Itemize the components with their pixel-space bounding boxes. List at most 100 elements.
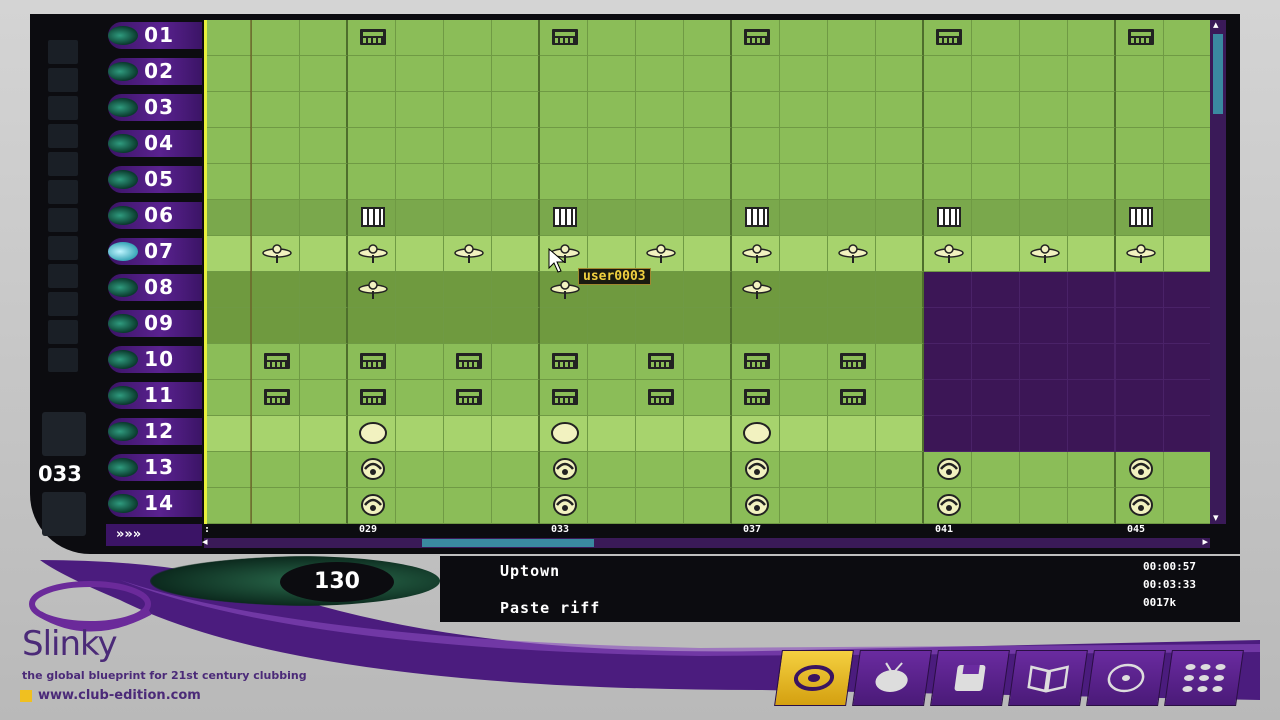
pattern-cell[interactable] [204, 236, 252, 272]
pattern-cell[interactable] [588, 488, 636, 524]
synth-icon[interactable] [454, 349, 484, 373]
toolbar-button-cd[interactable] [1086, 650, 1166, 706]
pattern-cell[interactable] [780, 200, 828, 236]
pattern-cell[interactable] [300, 128, 348, 164]
pattern-cell[interactable] [588, 344, 636, 380]
pattern-cell[interactable] [780, 164, 828, 200]
pattern-cell[interactable] [924, 164, 972, 200]
pattern-cell[interactable] [1116, 272, 1164, 308]
pattern-cell[interactable] [492, 200, 540, 236]
pattern-cell[interactable] [348, 272, 396, 308]
keys-icon[interactable] [742, 205, 772, 229]
pattern-cell[interactable] [588, 164, 636, 200]
pattern-cell[interactable] [588, 128, 636, 164]
pattern-cell[interactable] [684, 92, 732, 128]
synth-icon[interactable] [550, 25, 580, 49]
pattern-cell[interactable] [1020, 416, 1068, 452]
pattern-cell[interactable] [396, 488, 444, 524]
pattern-cell[interactable] [588, 452, 636, 488]
cymbal-icon[interactable] [1030, 241, 1060, 265]
pattern-cell[interactable] [540, 488, 588, 524]
pattern-cell[interactable] [1068, 128, 1116, 164]
pattern-cell[interactable] [876, 452, 924, 488]
pattern-cell[interactable] [684, 344, 732, 380]
pattern-cell[interactable] [636, 56, 684, 92]
pattern-cell[interactable] [876, 416, 924, 452]
pattern-cell[interactable] [1068, 164, 1116, 200]
drum-icon[interactable] [1126, 457, 1156, 481]
pattern-cell[interactable] [396, 236, 444, 272]
pattern-cell[interactable] [924, 308, 972, 344]
pattern-cell[interactable] [876, 128, 924, 164]
pattern-cell[interactable] [348, 236, 396, 272]
pattern-cell[interactable] [492, 488, 540, 524]
pattern-cell[interactable] [300, 452, 348, 488]
pad-icon[interactable] [358, 421, 388, 445]
pattern-cell[interactable] [876, 200, 924, 236]
pattern-cell[interactable] [1164, 56, 1210, 92]
pattern-cell[interactable] [252, 200, 300, 236]
drum-icon[interactable] [550, 457, 580, 481]
synth-icon[interactable] [454, 385, 484, 409]
track-button-12[interactable]: 12 [104, 416, 202, 446]
pattern-cell[interactable] [1020, 488, 1068, 524]
pattern-cell[interactable] [876, 308, 924, 344]
track-button-13[interactable]: 13 [104, 452, 202, 482]
pattern-cell[interactable] [348, 416, 396, 452]
pattern-cell[interactable] [1116, 344, 1164, 380]
cymbal-icon[interactable] [742, 277, 772, 301]
pattern-cell[interactable] [972, 380, 1020, 416]
pattern-cell[interactable] [828, 452, 876, 488]
pattern-cell[interactable] [924, 236, 972, 272]
pattern-cell[interactable] [972, 56, 1020, 92]
pattern-cell[interactable] [492, 272, 540, 308]
pattern-cell[interactable] [1020, 344, 1068, 380]
cymbal-icon[interactable] [262, 241, 292, 265]
track-button-11[interactable]: 11 [104, 380, 202, 410]
pattern-cell[interactable] [780, 452, 828, 488]
pattern-cell[interactable] [1020, 452, 1068, 488]
pattern-cell[interactable] [972, 92, 1020, 128]
pattern-cell[interactable] [1164, 380, 1210, 416]
pattern-cell[interactable] [1020, 380, 1068, 416]
pattern-cell[interactable] [636, 236, 684, 272]
cymbal-icon[interactable] [646, 241, 676, 265]
pattern-cell[interactable] [780, 128, 828, 164]
pattern-cell[interactable] [396, 56, 444, 92]
pattern-cell[interactable] [588, 380, 636, 416]
pattern-cell[interactable] [828, 488, 876, 524]
pad-icon[interactable] [742, 421, 772, 445]
pattern-cell[interactable] [204, 20, 252, 56]
pattern-cell[interactable] [780, 92, 828, 128]
pad-icon[interactable] [550, 421, 580, 445]
pattern-cell[interactable] [876, 488, 924, 524]
toolbar-button-tv[interactable] [852, 650, 932, 706]
drum-icon[interactable] [934, 457, 964, 481]
pattern-cell[interactable] [396, 380, 444, 416]
track-button-03[interactable]: 03 [104, 92, 202, 122]
pattern-cell[interactable] [636, 380, 684, 416]
pattern-cell[interactable] [492, 344, 540, 380]
pattern-cell[interactable] [300, 56, 348, 92]
pattern-cell[interactable] [1068, 200, 1116, 236]
pattern-cell[interactable] [492, 308, 540, 344]
track-button-01[interactable]: 01 [104, 20, 202, 50]
toolbar-button-turntable[interactable] [774, 650, 854, 706]
synth-icon[interactable] [550, 385, 580, 409]
pattern-cell[interactable] [396, 20, 444, 56]
pattern-cell[interactable] [348, 92, 396, 128]
pattern-cell[interactable] [876, 56, 924, 92]
pattern-cell[interactable] [1116, 200, 1164, 236]
pattern-cell[interactable] [492, 380, 540, 416]
pattern-cell[interactable] [1164, 92, 1210, 128]
pattern-cell[interactable] [300, 92, 348, 128]
brand-url[interactable]: www.club-edition.com [20, 688, 201, 703]
track-button-05[interactable]: 05 [104, 164, 202, 194]
toolbar-button-disk[interactable] [930, 650, 1010, 706]
pattern-cell[interactable] [684, 128, 732, 164]
pattern-cell[interactable] [300, 380, 348, 416]
pattern-cell[interactable] [396, 164, 444, 200]
pattern-cell[interactable] [732, 20, 780, 56]
pattern-cell[interactable] [732, 488, 780, 524]
pattern-cell[interactable] [1116, 416, 1164, 452]
